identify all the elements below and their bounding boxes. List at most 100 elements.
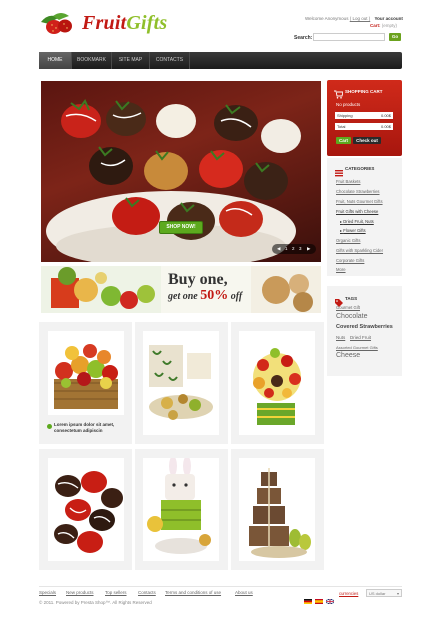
- logout-link[interactable]: ( Log out ): [350, 16, 371, 21]
- nav-site-map[interactable]: SITE MAP: [112, 52, 150, 69]
- copyright-text: © 2011. Powered by Presta Shop™. All Rig…: [39, 600, 152, 605]
- pager-page-3[interactable]: 3: [299, 246, 302, 251]
- category-item[interactable]: Chocolate Strawberries: [336, 189, 380, 194]
- product-description-line-2: consectetum adipiscin: [54, 428, 103, 433]
- cart-title: SHOPPING CART: [345, 89, 383, 94]
- cart-total-label: Total: [337, 124, 346, 129]
- product-image[interactable]: [143, 458, 219, 561]
- category-item[interactable]: Fruit Baskets: [336, 179, 360, 184]
- footer-link-terms[interactable]: Terms and conditions of use: [165, 590, 221, 595]
- category-item[interactable]: Fruit Gifts with Cheese: [336, 209, 378, 214]
- subcategory-label: Dried Fruit, Nuts: [343, 219, 374, 224]
- currency-select[interactable]: US dollar ▾: [366, 589, 402, 597]
- tags-icon: [335, 294, 343, 307]
- pager-page-1[interactable]: 1: [285, 246, 288, 251]
- flag-es-icon[interactable]: [315, 591, 323, 604]
- cart-button[interactable]: Cart: [336, 137, 351, 144]
- subcategory-bullet-icon: ▸: [340, 219, 343, 224]
- product-bullet-icon: [47, 424, 52, 429]
- category-item[interactable]: Corporate Gifts: [336, 258, 364, 263]
- cart-total-value: 0.00$: [380, 124, 391, 129]
- subcategory-item[interactable]: ▸ Dried Fruit, Nuts: [340, 219, 374, 224]
- categories-title: CATEGORIES: [345, 166, 375, 171]
- tag-link[interactable]: Dried Fruit: [350, 335, 371, 340]
- product-image[interactable]: [143, 331, 219, 435]
- category-item[interactable]: Fruit, Nuts Gourmet Gifts: [336, 199, 383, 204]
- category-item[interactable]: Gifts with Sparkling Cider: [336, 248, 383, 253]
- subcategory-item[interactable]: ▸ Flower Gifts: [340, 228, 366, 233]
- tag-link[interactable]: Assorted Gourmet Gifts: [336, 345, 378, 350]
- cart-total-row: Total 0.00$: [335, 123, 393, 130]
- cart-shipping-row: Shipping 0.00$: [335, 112, 393, 119]
- promo-line-1: Buy one,: [168, 271, 228, 288]
- footer-link-new-products[interactable]: New products: [66, 590, 94, 595]
- slideshow-pager[interactable]: ◀ 1 2 3 ▶: [272, 244, 316, 254]
- footer-link-about-us[interactable]: About us: [235, 590, 253, 595]
- nav-contacts[interactable]: CONTACTS: [150, 52, 190, 69]
- product-image[interactable]: [239, 331, 315, 435]
- header-cart-summary[interactable]: Cart: (empty): [370, 23, 397, 28]
- flag-de-icon[interactable]: [304, 591, 312, 604]
- welcome-bar: Welcome Anonymous ( Log out ) Your accou…: [305, 16, 403, 21]
- tag-link[interactable]: Cheese: [336, 352, 360, 359]
- tags-title: TAGS: [345, 296, 358, 301]
- product-image[interactable]: [48, 331, 124, 415]
- hero-slideshow[interactable]: [41, 81, 321, 262]
- strawberry-logo-icon[interactable]: [39, 10, 77, 36]
- flag-uk-icon[interactable]: [325, 591, 335, 605]
- site-logo[interactable]: FruitGifts: [82, 12, 167, 35]
- tag-link[interactable]: Chocolate: [336, 313, 368, 320]
- main-nav: HOME BOOKMARK SITE MAP CONTACTS: [39, 52, 402, 69]
- footer-link-specials[interactable]: Specials: [39, 590, 56, 595]
- fruit-basket-image: [54, 344, 118, 409]
- pager-page-2[interactable]: 2: [292, 246, 295, 251]
- product-card[interactable]: [231, 322, 324, 444]
- product-card[interactable]: [39, 449, 132, 570]
- chocolate-strawberries-image: [54, 471, 123, 553]
- tag-link[interactable]: Gourmet Gift: [336, 305, 360, 310]
- product-image[interactable]: [48, 458, 124, 561]
- shop-now-button[interactable]: SHOP NOW!: [159, 221, 203, 234]
- logo-text-part1: Fruit: [82, 12, 127, 34]
- checkout-button[interactable]: Check out: [353, 137, 381, 144]
- cart-no-products: No products: [336, 102, 361, 107]
- gift-tower-image: [249, 468, 311, 558]
- promo-line-2: get one 50% off: [168, 288, 242, 304]
- hero-strawberries-image: [46, 99, 301, 262]
- product-card[interactable]: [231, 449, 324, 570]
- easter-bunny-basket-image: [147, 458, 211, 554]
- cart-icon: [334, 86, 344, 99]
- categories-more-link[interactable]: More: [336, 267, 346, 272]
- footer-link-contacts[interactable]: Contacts: [138, 590, 156, 595]
- nav-home[interactable]: HOME: [39, 52, 72, 69]
- product-image[interactable]: [239, 458, 315, 561]
- your-account-link[interactable]: Your account: [375, 16, 403, 21]
- cart-shipping-value: 0.00$: [380, 113, 391, 118]
- gift-box-image: [149, 345, 213, 420]
- nav-bookmark[interactable]: BOOKMARK: [72, 52, 112, 69]
- logo-text-part2: Gifts: [126, 12, 168, 34]
- fruit-arrangement-image: [253, 348, 301, 425]
- tag-link[interactable]: Covered Strawberries: [336, 324, 393, 330]
- search-label: Search:: [294, 35, 313, 41]
- currency-select-value: US dollar: [369, 591, 386, 596]
- subcategory-label: Flower Gifts: [343, 228, 366, 233]
- promo-off: off: [230, 291, 243, 302]
- search-input[interactable]: [313, 33, 385, 41]
- search-go-button[interactable]: Go: [389, 33, 401, 41]
- promo-percent: 50%: [200, 288, 229, 303]
- product-card[interactable]: [135, 449, 228, 570]
- currencies-label: currencies: [339, 591, 359, 596]
- pager-prev-icon[interactable]: ◀: [277, 246, 280, 252]
- header-cart-status: (empty): [381, 23, 398, 28]
- categories-icon: [335, 164, 343, 177]
- category-item[interactable]: Organic Gifts: [336, 238, 360, 243]
- tag-link[interactable]: Nuts: [336, 335, 345, 340]
- product-description[interactable]: Lorem ipsum dolor sit amet, consectetum …: [54, 422, 114, 434]
- promo-get-one: get one: [168, 291, 198, 302]
- cart-shipping-label: Shipping: [337, 113, 353, 118]
- pager-next-icon[interactable]: ▶: [307, 246, 310, 252]
- chevron-down-icon: ▾: [396, 591, 399, 596]
- footer-link-top-sellers[interactable]: Top sellers: [105, 590, 127, 595]
- product-card[interactable]: [135, 322, 228, 444]
